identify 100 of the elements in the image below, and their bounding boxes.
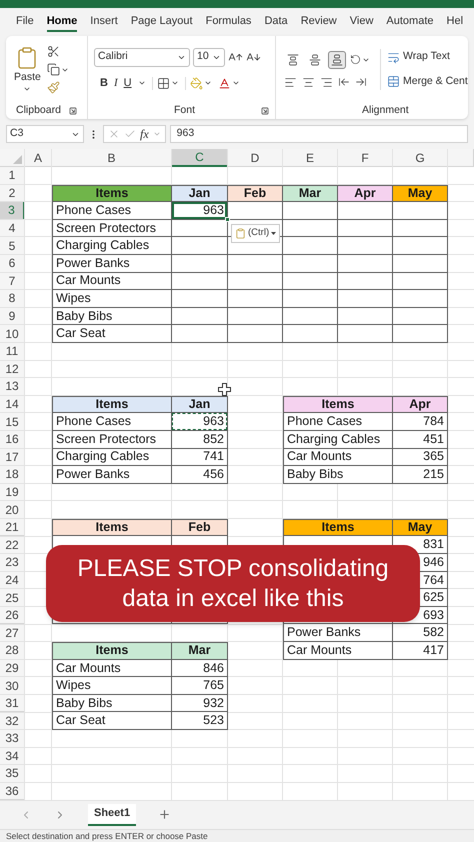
ribbon-tab[interactable]: View <box>350 12 374 32</box>
row-header[interactable]: 6 <box>0 254 25 273</box>
table-cell <box>338 272 393 290</box>
row-header[interactable]: 18 <box>0 466 25 484</box>
table-cell: 932 <box>172 694 228 712</box>
row-header[interactable]: 33 <box>0 730 25 748</box>
row-header[interactable]: 5 <box>0 237 25 255</box>
header-cell: Items <box>283 396 393 414</box>
borders-button[interactable] <box>152 76 179 90</box>
table-cell: 963 <box>172 413 228 431</box>
increase-indent-icon[interactable] <box>355 76 367 88</box>
font-name-dropdown[interactable]: Calibri <box>94 48 190 67</box>
add-sheet-icon[interactable] <box>158 808 172 822</box>
header-cell: May <box>393 184 448 202</box>
sheet-tab[interactable]: Sheet1 <box>88 804 136 826</box>
table-cell: 582 <box>393 624 448 642</box>
table-cell: Car Mounts <box>52 272 172 290</box>
table-cell: Car Mounts <box>52 660 172 678</box>
ribbon-tab[interactable]: Formulas <box>206 12 252 32</box>
header-cell: Jan <box>172 184 228 202</box>
vertical-align-button[interactable] <box>328 50 346 68</box>
row-header[interactable]: 21 <box>0 518 25 536</box>
table-cell <box>283 290 338 308</box>
column-header[interactable]: D <box>228 149 283 167</box>
column-header[interactable]: C <box>172 149 228 167</box>
column-header[interactable]: B <box>52 149 172 167</box>
font-color-button[interactable] <box>218 76 240 90</box>
row-header[interactable]: 35 <box>0 765 25 783</box>
fill-handle[interactable] <box>225 216 230 222</box>
orientation-button[interactable] <box>350 54 370 65</box>
font-style-button[interactable]: B <box>100 74 108 92</box>
table-cell <box>338 254 393 273</box>
table-cell: Car Mounts <box>283 642 393 660</box>
ribbon-tab[interactable]: Page Layout <box>130 12 193 32</box>
ribbon-tab[interactable]: Hel <box>446 12 464 32</box>
fill-color-button[interactable] <box>184 76 212 90</box>
table-cell: Screen Protectors <box>52 220 172 238</box>
decrease-indent-icon[interactable] <box>338 76 350 88</box>
column-header[interactable]: E <box>283 149 338 167</box>
row-header[interactable]: 25 <box>0 589 25 607</box>
row-header[interactable]: 15 <box>0 413 25 431</box>
format-painter-icon[interactable] <box>46 81 60 94</box>
row-header[interactable]: 1 <box>0 167 25 185</box>
align-icon <box>309 54 321 66</box>
header-cell: Items <box>52 184 172 202</box>
align-left-icon[interactable] <box>284 76 297 88</box>
name-box[interactable]: C3 <box>6 125 84 143</box>
paint-bucket-icon <box>190 76 203 90</box>
wrap-text-button[interactable]: Wrap Text <box>387 49 468 65</box>
row-header[interactable]: 36 <box>0 782 25 800</box>
row-header[interactable]: 11 <box>0 342 25 361</box>
row-header[interactable]: 31 <box>0 694 25 712</box>
table-cell <box>283 220 338 238</box>
row-header[interactable]: 26 <box>0 606 25 624</box>
column-header[interactable]: A <box>25 149 52 167</box>
align-right-icon[interactable] <box>320 76 333 88</box>
row-header[interactable]: 30 <box>0 677 25 695</box>
ribbon-tab[interactable]: Automate <box>386 12 434 32</box>
table-cell: 451 <box>393 430 448 448</box>
ribbon-tab[interactable]: Home <box>46 12 78 32</box>
table-cell: Power Banks <box>52 466 172 484</box>
font-size-dropdown[interactable]: 10 <box>193 48 225 67</box>
paste-options-button[interactable]: (Ctrl) <box>231 224 280 243</box>
row-header[interactable]: 23 <box>0 554 25 572</box>
dialog-launcher-icon[interactable] <box>69 107 77 115</box>
ribbon-tab[interactable]: Data <box>264 12 288 32</box>
align-center-icon[interactable] <box>302 76 315 88</box>
ribbon-tab[interactable]: Insert <box>90 12 118 32</box>
column-header[interactable]: F <box>338 149 393 167</box>
insert-function-button[interactable]: fx <box>140 125 149 143</box>
table-cell <box>283 237 338 255</box>
table-cell: Car Seat <box>52 712 172 730</box>
merge-button[interactable]: Merge & Cent <box>387 74 468 90</box>
ribbon-tab[interactable]: File <box>16 12 34 32</box>
row-header[interactable]: 13 <box>0 378 25 396</box>
cut-icon[interactable] <box>46 45 60 58</box>
header-cell: Mar <box>283 184 338 202</box>
table-cell: Charging Cables <box>283 430 393 448</box>
row-header[interactable]: 8 <box>0 290 25 308</box>
caret-icon <box>138 79 146 87</box>
row-header[interactable]: 10 <box>0 325 25 343</box>
row-header[interactable]: 28 <box>0 642 25 660</box>
font-style-button[interactable]: U <box>124 74 132 92</box>
copy-button[interactable] <box>46 63 69 76</box>
formula-input[interactable]: 963 <box>170 125 468 143</box>
align-icon <box>331 54 343 66</box>
cursor-cross-icon <box>218 383 231 396</box>
column-header[interactable]: G <box>393 149 448 167</box>
row-header[interactable]: 16 <box>0 430 25 448</box>
paste-button[interactable]: Paste <box>14 46 41 94</box>
table-cell: Phone Cases <box>283 413 393 431</box>
dialog-launcher-icon[interactable] <box>261 107 269 115</box>
font-style-button[interactable]: I <box>114 74 118 92</box>
table-cell <box>393 272 448 290</box>
status-text: Select destination and press ENTER or choose Paste <box>6 831 208 841</box>
header-cell: Items <box>52 518 172 536</box>
row-header[interactable]: 3 <box>0 202 25 220</box>
ribbon-tab[interactable]: Review <box>300 12 337 32</box>
caret-icon <box>232 79 240 87</box>
row-header[interactable]: 20 <box>0 501 25 519</box>
